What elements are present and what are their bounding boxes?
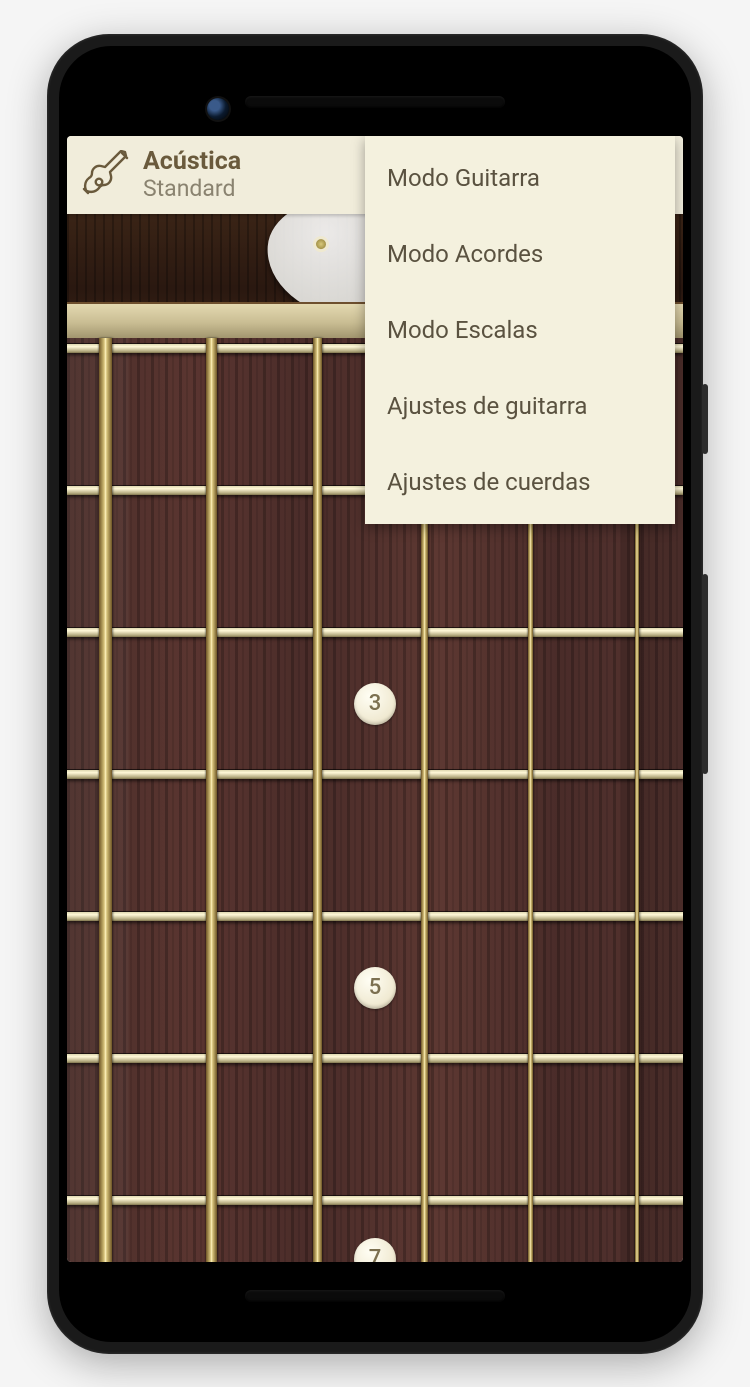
phone-power-button [702, 384, 708, 454]
fret-wire-3 [67, 628, 683, 637]
fret-marker-3: 3 [354, 683, 396, 725]
main-menu-popup: Modo Guitarra Modo Acordes Modo Escalas … [365, 136, 675, 524]
string-6[interactable] [99, 338, 112, 1262]
fret-wire-6 [67, 1054, 683, 1063]
menu-item-scales-mode[interactable]: Modo Escalas [365, 292, 675, 368]
phone-volume-button [702, 574, 708, 774]
menu-item-guitar-settings[interactable]: Ajustes de guitarra [365, 368, 675, 444]
string-4[interactable] [313, 338, 322, 1262]
bottom-speaker [245, 1290, 505, 1302]
fret-marker-5: 5 [354, 967, 396, 1009]
phone-bezel: Acústica Standard G Modo Guitarra Modo A… [59, 46, 691, 1342]
guitar-type-label: Acústica [143, 148, 241, 176]
fret-wire-4 [67, 770, 683, 779]
fret-wire-7 [67, 1196, 683, 1205]
app-screen: Acústica Standard G Modo Guitarra Modo A… [67, 136, 683, 1262]
menu-item-chords-mode[interactable]: Modo Acordes [365, 216, 675, 292]
guitar-icon [81, 150, 131, 200]
menu-item-string-settings[interactable]: Ajustes de cuerdas [365, 444, 675, 520]
earpiece-speaker [245, 96, 505, 108]
phone-frame: Acústica Standard G Modo Guitarra Modo A… [47, 34, 703, 1354]
string-5[interactable] [206, 338, 217, 1262]
front-camera [207, 98, 229, 120]
tuning-label: Standard [143, 176, 241, 201]
guitar-selector-text: Acústica Standard [143, 148, 241, 201]
menu-item-guitar-mode[interactable]: Modo Guitarra [365, 140, 675, 216]
fret-marker-7: 7 [354, 1238, 396, 1262]
fret-wire-5 [67, 912, 683, 921]
